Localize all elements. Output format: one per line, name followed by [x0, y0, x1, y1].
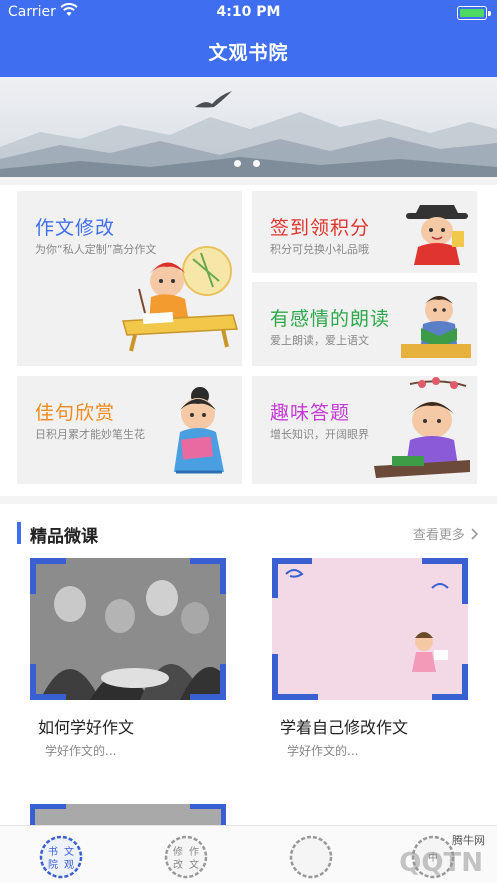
official-boy-illustration	[406, 205, 468, 265]
course-title: 学着自己修改作文	[280, 718, 409, 737]
tab-reading[interactable]	[288, 834, 334, 880]
svg-text:院: 院	[48, 858, 58, 871]
svg-text:改: 改	[173, 858, 183, 871]
divider	[0, 496, 497, 504]
feature-subtitle: 日积月累才能妙笔生花	[35, 428, 145, 441]
chevron-right-icon	[471, 528, 479, 540]
section-title: 精品微课	[30, 527, 98, 547]
watermark-text: QQTN	[399, 848, 483, 878]
battery-icon	[457, 6, 491, 20]
feature-subtitle: 增长知识，开阔眼界	[270, 428, 369, 441]
divider	[0, 177, 497, 185]
carousel-dot[interactable]	[234, 160, 241, 167]
watermark: 腾牛网 QQTN	[379, 834, 489, 882]
svg-text:作: 作	[189, 846, 199, 858]
course-thumbnail	[272, 558, 468, 700]
feature-title: 签到领积分	[270, 217, 371, 239]
svg-text:文: 文	[64, 845, 74, 858]
feature-title: 作文修改	[35, 217, 116, 239]
section-header: 精品微课 查看更多	[0, 504, 497, 554]
feature-title: 佳句欣赏	[35, 402, 116, 424]
course-description: 学好作文的...	[287, 744, 359, 758]
seal-revision-icon: 修 作 改 文	[164, 835, 208, 879]
svg-text:书: 书	[48, 846, 58, 858]
feature-card-sentence-appreciation[interactable]: 佳句欣赏 日积月累才能妙笔生花	[17, 376, 242, 484]
feature-card-fun-quiz[interactable]: 趣味答题 增长知识，开阔眼界	[252, 376, 477, 484]
feature-subtitle: 爱上朗读，爱上语文	[270, 334, 369, 347]
feature-card-essay-revision[interactable]: 作文修改 为你“私人定制”高分作文	[17, 191, 242, 366]
course-thumbnail-partial[interactable]	[30, 804, 226, 825]
page-title: 文观书院	[208, 42, 289, 64]
course-thumbnail	[30, 558, 226, 700]
seal-reading-icon	[289, 835, 333, 879]
scholar-boy-illustration	[374, 377, 470, 478]
status-bar: Carrier 4:10 PM	[0, 0, 497, 26]
tab-home[interactable]: 书 文 院 观	[38, 834, 84, 880]
see-more-link[interactable]: 查看更多	[413, 524, 479, 543]
section-accent-bar	[17, 522, 21, 544]
svg-text:文: 文	[189, 858, 199, 871]
writing-boy-illustration	[122, 246, 238, 352]
feature-title: 趣味答题	[270, 402, 351, 424]
see-more-label: 查看更多	[412, 528, 465, 543]
feature-title: 有感情的朗读	[270, 308, 391, 330]
course-title: 如何学好作文	[38, 718, 135, 737]
status-time: 4:10 PM	[216, 4, 281, 20]
watermark-sub: 腾牛网	[452, 834, 485, 847]
reading-boy-illustration	[401, 296, 471, 358]
carousel-dots	[234, 152, 272, 171]
svg-text:观: 观	[64, 859, 74, 871]
course-card[interactable]: 如何学好作文 学好作文的...	[30, 558, 226, 758]
feature-card-checkin-points[interactable]: 签到领积分 积分可兑换小礼品哦	[252, 191, 477, 273]
seal-home-icon: 书 文 院 观	[39, 835, 83, 879]
course-card[interactable]: 学着自己修改作文 学好作文的...	[272, 558, 468, 758]
feature-card-emotional-reading[interactable]: 有感情的朗读 爱上朗读，爱上语文	[252, 282, 477, 366]
top-bar: Carrier 4:10 PM 文观书院	[0, 0, 497, 77]
girl-reading-illustration	[174, 387, 224, 474]
svg-text:修: 修	[173, 845, 183, 858]
tab-essay-revision[interactable]: 修 作 改 文	[163, 834, 209, 880]
feature-subtitle: 积分可兑换小礼品哦	[270, 243, 369, 256]
course-description: 学好作文的...	[45, 744, 117, 758]
carousel-dot[interactable]	[253, 160, 260, 167]
